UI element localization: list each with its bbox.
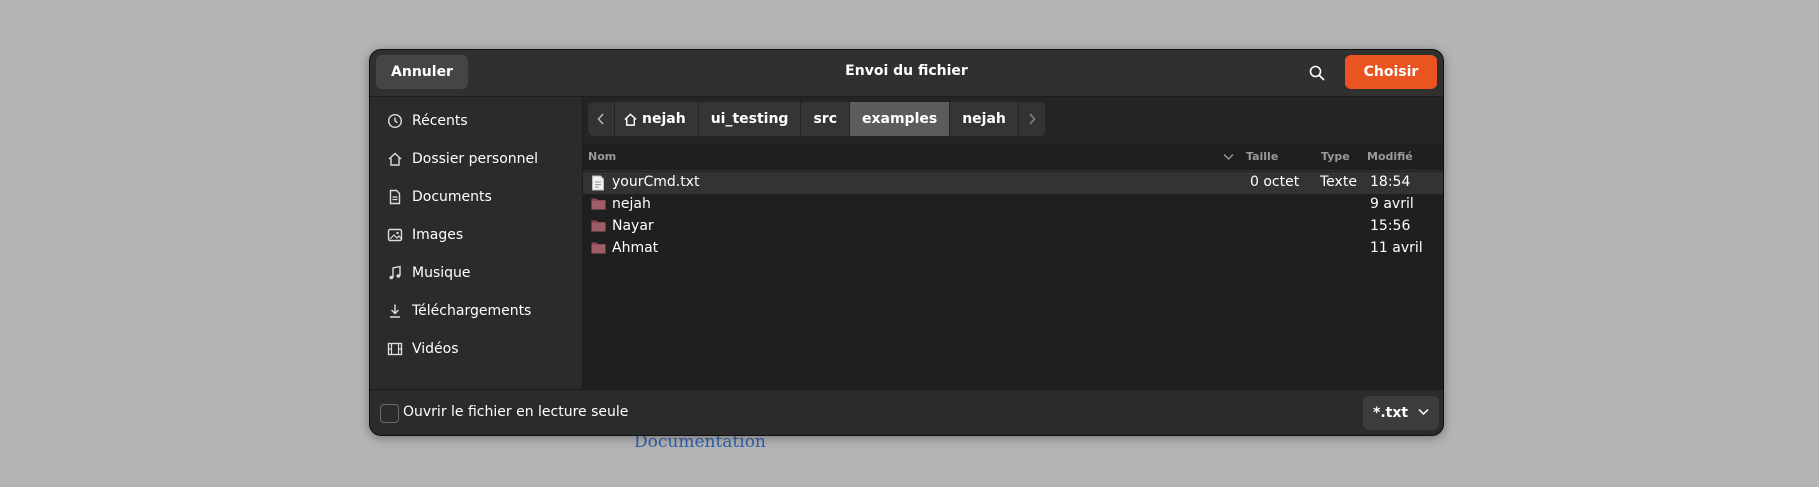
file-list: Nom Taille Type Modifié yourCmd.txt 0 oc…	[583, 143, 1443, 389]
dialog-title: Envoi du fichier	[845, 63, 968, 79]
folder-icon	[591, 198, 606, 210]
breadcrumb-examples[interactable]: examples	[850, 102, 951, 136]
clock-icon	[386, 112, 404, 130]
column-type-header[interactable]: Type	[1321, 150, 1350, 163]
file-name: Nayar	[612, 218, 654, 234]
home-icon	[623, 112, 638, 127]
music-icon	[386, 264, 404, 282]
sidebar-item-documents[interactable]: Documents	[386, 182, 492, 212]
places-sidebar: Récents Dossier personnel Documents Imag…	[370, 97, 583, 424]
column-size-header[interactable]: Taille	[1246, 150, 1278, 163]
chevron-right-icon	[1029, 113, 1036, 125]
readonly-checkbox[interactable]	[380, 404, 399, 423]
breadcrumb-label: ui_testing	[710, 111, 789, 127]
chevron-left-icon	[597, 113, 604, 125]
breadcrumb-nejah-home[interactable]: nejah	[615, 102, 699, 136]
chevron-down-icon	[1418, 408, 1429, 416]
search-icon	[1309, 65, 1325, 81]
file-name: nejah	[612, 196, 651, 212]
sidebar-item-label: Téléchargements	[412, 303, 532, 319]
breadcrumb-src[interactable]: src	[801, 102, 850, 136]
file-modified: 15:56	[1370, 218, 1411, 234]
file-row[interactable]: Nayar 15:56	[583, 216, 1443, 238]
path-forward-button[interactable]	[1018, 102, 1046, 136]
sidebar-item-recent[interactable]: Récents	[386, 106, 468, 136]
column-modified-header[interactable]: Modifié	[1367, 150, 1413, 163]
sidebar-item-music[interactable]: Musique	[386, 258, 471, 288]
text-file-icon	[592, 175, 604, 191]
document-icon	[386, 188, 404, 206]
sidebar-item-label: Images	[412, 227, 464, 243]
home-icon	[386, 150, 404, 168]
sidebar-item-images[interactable]: Images	[386, 220, 463, 250]
breadcrumb-label: src	[813, 111, 837, 127]
dialog-footer: Ouvrir le fichier en lecture seule *.txt	[370, 389, 1443, 435]
sidebar-item-label: Récents	[412, 113, 468, 129]
image-icon	[386, 226, 404, 244]
path-back-button[interactable]	[588, 102, 615, 136]
folder-icon	[591, 220, 606, 232]
file-row[interactable]: yourCmd.txt 0 octet Texte 18:54	[583, 172, 1443, 194]
breadcrumb-ui-testing[interactable]: ui_testing	[698, 102, 802, 136]
sidebar-item-home[interactable]: Dossier personnel	[386, 144, 538, 174]
file-size: 0 octet	[1250, 174, 1300, 190]
breadcrumb-label: examples	[862, 111, 938, 127]
sidebar-item-videos[interactable]: Vidéos	[386, 334, 459, 364]
file-chooser-dialog: Annuler Envoi du fichier Choisir Récents…	[369, 49, 1444, 436]
folder-icon	[591, 242, 606, 254]
file-row[interactable]: Ahmat 11 avril	[583, 238, 1443, 260]
file-type: Texte	[1320, 174, 1357, 190]
search-button[interactable]	[1300, 56, 1334, 90]
video-icon	[386, 340, 404, 358]
file-modified: 18:54	[1370, 174, 1411, 190]
file-name: yourCmd.txt	[612, 174, 700, 190]
file-row[interactable]: nejah 9 avril	[583, 194, 1443, 216]
breadcrumb-label: nejah	[962, 111, 1006, 127]
file-modified: 11 avril	[1370, 240, 1423, 256]
column-name-header[interactable]: Nom	[588, 150, 616, 163]
choose-button[interactable]: Choisir	[1345, 55, 1437, 89]
sidebar-item-label: Vidéos	[412, 341, 459, 357]
file-list-header: Nom Taille Type Modifié	[583, 143, 1443, 171]
sidebar-item-label: Documents	[412, 189, 492, 205]
path-bar: nejah ui_testing src examples nejah	[588, 102, 1046, 136]
breadcrumb-label: nejah	[642, 111, 686, 127]
sidebar-item-label: Dossier personnel	[412, 151, 539, 167]
sidebar-item-downloads[interactable]: Téléchargements	[386, 296, 531, 326]
readonly-label[interactable]: Ouvrir le fichier en lecture seule	[403, 404, 628, 420]
breadcrumb-nejah[interactable]: nejah	[950, 102, 1019, 136]
sidebar-item-label: Musique	[412, 265, 471, 281]
file-modified: 9 avril	[1370, 196, 1414, 212]
file-name: Ahmat	[612, 240, 659, 256]
download-icon	[386, 302, 404, 320]
file-filter-value: *.txt	[1373, 405, 1409, 421]
sort-chevron-down-icon	[1223, 154, 1234, 160]
file-filter-dropdown[interactable]: *.txt	[1363, 396, 1439, 430]
dialog-header: Annuler Envoi du fichier Choisir	[370, 50, 1443, 97]
